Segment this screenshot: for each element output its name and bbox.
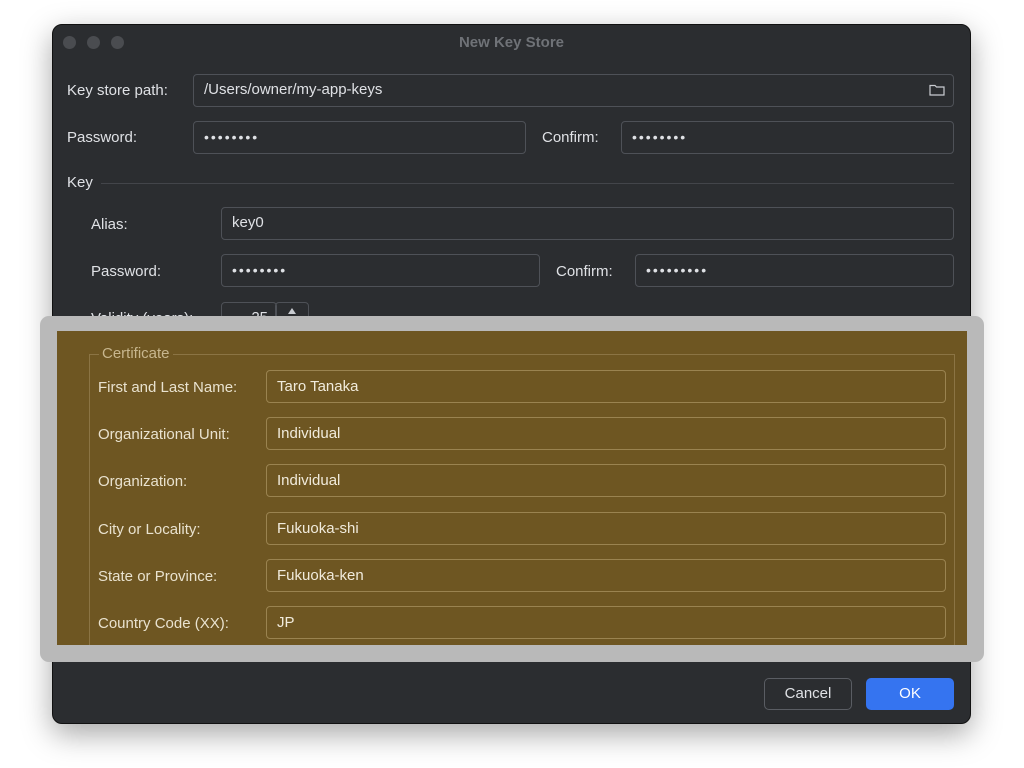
keystore-password-label: Password:: [67, 129, 138, 146]
certificate-section-label: Certificate: [99, 345, 173, 362]
cancel-button[interactable]: Cancel: [764, 678, 852, 710]
organization-label: Organization:: [98, 473, 188, 490]
keystore-password-field[interactable]: ••••••••: [193, 121, 526, 154]
city-locality-label: City or Locality:: [98, 521, 201, 538]
window-title: New Key Store: [458, 34, 565, 51]
key-section-divider: [101, 183, 954, 184]
ok-button[interactable]: OK: [866, 678, 954, 710]
alias-field[interactable]: key0: [221, 207, 954, 240]
chevron-up-icon: [288, 308, 296, 314]
alias-label: Alias:: [91, 216, 128, 233]
keystore-confirm-label: Confirm:: [542, 129, 599, 146]
key-password-field[interactable]: ••••••••: [221, 254, 540, 287]
key-confirm-label: Confirm:: [556, 263, 613, 280]
key-password-label: Password:: [91, 263, 162, 280]
certificate-panel: Certificate First and Last Name: Taro Ta…: [57, 331, 967, 645]
state-province-label: State or Province:: [98, 568, 218, 585]
state-province-field[interactable]: Fukuoka-ken: [266, 559, 946, 592]
country-code-label: Country Code (XX):: [98, 615, 229, 632]
folder-icon[interactable]: [929, 83, 945, 96]
key-store-path-value: /Users/owner/my-app-keys: [204, 81, 383, 98]
country-code-field[interactable]: JP: [266, 606, 946, 639]
organizational-unit-field[interactable]: Individual: [266, 417, 946, 450]
organizational-unit-label: Organizational Unit:: [98, 426, 230, 443]
key-confirm-field[interactable]: •••••••••: [635, 254, 954, 287]
key-store-path-field[interactable]: /Users/owner/my-app-keys: [193, 74, 954, 107]
keystore-confirm-field[interactable]: ••••••••: [621, 121, 954, 154]
key-store-path-label: Key store path:: [67, 82, 168, 99]
organization-field[interactable]: Individual: [266, 464, 946, 497]
title-bar: New Key Store: [53, 25, 970, 59]
first-last-name-field[interactable]: Taro Tanaka: [266, 370, 946, 403]
key-section-label: Key: [67, 174, 93, 191]
first-last-name-label: First and Last Name:: [98, 379, 238, 396]
city-locality-field[interactable]: Fukuoka-shi: [266, 512, 946, 545]
